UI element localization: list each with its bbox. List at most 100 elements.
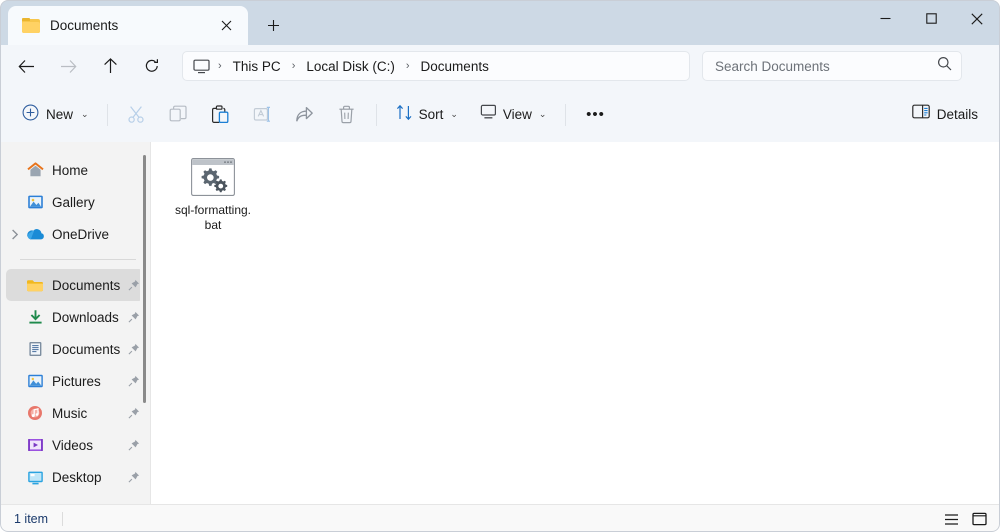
sidebar-item-label: Desktop [52,469,102,485]
sidebar-item-music[interactable]: Music [6,397,144,429]
sidebar-item-home[interactable]: Home [6,154,144,186]
sidebar-scrollbar-thumb[interactable] [143,155,146,403]
new-button[interactable]: New ⌄ [14,99,99,131]
file-list[interactable]: sql-formatting.bat [151,142,1000,504]
search-icon[interactable] [937,56,952,76]
tab-strip: Documents [8,6,288,45]
sidebar-item-gallery[interactable]: Gallery [6,186,144,218]
new-button-label: New [46,107,74,122]
sidebar-item-desktop[interactable]: Desktop [6,461,144,493]
file-explorer-window: Documents › This PC › Local Disk (C:) › … [0,0,1000,532]
view-button-label: View [502,107,532,122]
view-button[interactable]: View ⌄ [471,99,556,131]
sidebar-item-label: Downloads [52,309,119,325]
navigation-pane: Home Gallery OneDrive Documents Download… [0,142,150,504]
expander-placeholder [6,154,24,186]
view-toggles [938,508,992,530]
address-bar: › This PC › Local Disk (C:) › Documents [0,45,1000,87]
breadcrumb-this-pc[interactable]: This PC [226,56,288,77]
sidebar-item-label: Pictures [52,373,101,389]
expander-placeholder [6,461,24,493]
status-bar: 1 item [0,504,1000,532]
sidebar-item-label: Gallery [52,194,95,210]
chevron-down-icon: ⌄ [450,109,458,119]
view-icon [480,104,497,125]
folder-icon [22,18,40,33]
sidebar-item-label: Videos [52,437,94,453]
expander-placeholder [6,269,24,301]
rename-button [245,99,281,131]
close-tab-icon[interactable] [214,14,238,38]
downloads-icon [24,301,46,333]
tab-label: Documents [50,18,119,33]
sidebar-item-videos[interactable]: Videos [6,429,144,461]
details-pane-label: Details [936,106,978,122]
details-view-button[interactable] [938,508,964,530]
expander-placeholder [6,365,24,397]
onedrive-icon [24,218,46,250]
chevron-down-icon: ⌄ [81,109,89,119]
minimize-button[interactable] [862,0,908,37]
search-input[interactable] [715,58,937,74]
sidebar-item-documents-library[interactable]: Documents [6,333,144,365]
expander-placeholder [6,186,24,218]
pictures-icon [24,365,46,397]
paste-button[interactable] [203,99,239,131]
bat-script-icon [191,158,235,196]
details-pane-button[interactable]: Details [902,98,988,130]
sidebar-item-downloads[interactable]: Downloads [6,301,144,333]
chevron-right-icon[interactable] [6,218,24,250]
breadcrumb-separator: › [218,60,222,72]
share-button[interactable] [287,99,323,131]
folder-icon [24,269,46,301]
title-bar: Documents [0,0,1000,45]
item-count-label: 1 item [14,511,49,526]
file-name-label: sql-formatting.bat [174,203,252,232]
sort-icon [396,104,413,126]
maximize-button[interactable] [908,0,954,37]
expander-placeholder [6,429,24,461]
copy-button[interactable] [161,99,197,131]
cut-button [119,99,155,131]
forward-button [52,50,84,82]
monitor-icon [191,59,214,74]
music-icon [24,397,46,429]
sort-button[interactable]: Sort ⌄ [387,99,467,131]
delete-button[interactable] [329,99,365,131]
sidebar-item-pictures[interactable]: Pictures [6,365,144,397]
sidebar-item-label: Music [52,405,88,421]
search-box[interactable] [702,51,962,81]
refresh-button[interactable] [136,50,168,82]
sidebar-scrollbar[interactable] [140,142,150,504]
expander-placeholder [6,333,24,365]
breadcrumb-documents[interactable]: Documents [414,56,496,77]
sidebar-item-label: Documents [52,277,121,293]
file-item-sql-formatting[interactable]: sql-formatting.bat [169,152,257,237]
window-controls [862,0,1000,37]
new-tab-button[interactable] [258,10,288,40]
large-icons-view-button[interactable] [966,508,992,530]
status-divider [62,511,64,526]
ellipsis-icon: ••• [586,106,605,123]
breadcrumb-local-disk[interactable]: Local Disk (C:) [299,56,402,77]
back-button[interactable] [10,50,42,82]
tab-documents[interactable]: Documents [8,6,248,45]
plus-circle-icon [22,104,39,126]
sort-button-label: Sort [418,107,444,122]
sidebar-item-documents-quick[interactable]: Documents [6,269,144,301]
home-icon [24,154,46,186]
breadcrumb-separator: › [405,60,410,72]
sidebar-item-label: Home [52,162,89,178]
breadcrumb[interactable]: › This PC › Local Disk (C:) › Documents [182,51,690,81]
close-button[interactable] [954,0,1000,37]
up-button[interactable] [94,50,126,82]
sidebar-item-label: Documents [52,341,121,357]
explorer-body: Home Gallery OneDrive Documents Download… [0,142,1000,504]
expander-placeholder [6,301,24,333]
command-toolbar: New ⌄ Sort ⌄ View ⌄ ••• Details [0,87,1000,142]
sidebar-item-label: OneDrive [52,226,110,242]
see-more-button[interactable]: ••• [577,99,613,131]
sidebar-divider-line [20,259,136,260]
sidebar-item-onedrive[interactable]: OneDrive [6,218,144,250]
document-icon [24,333,46,365]
